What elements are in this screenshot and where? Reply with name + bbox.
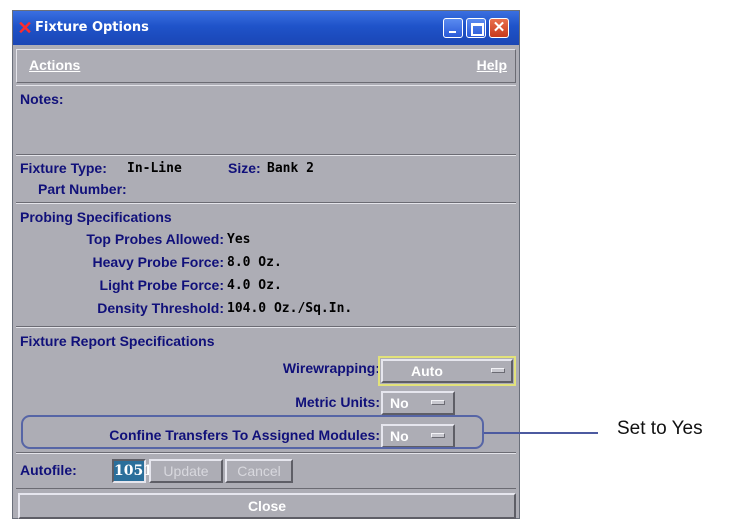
autofile-section: Autofile: 1051 Update Cancel <box>16 453 516 489</box>
fixture-type-value: In-Line <box>127 161 182 176</box>
report-heading: Fixture Report Specifications <box>20 333 215 349</box>
autofile-field[interactable]: 1051 <box>112 459 153 483</box>
notes-label: Notes: <box>20 91 64 107</box>
minimize-icon <box>444 19 462 37</box>
menu-help[interactable]: Help <box>477 57 507 73</box>
part-number-label: Part Number: <box>38 181 127 197</box>
close-icon: ✕ <box>492 19 506 36</box>
close-button[interactable]: Close <box>18 493 516 519</box>
size-label: Size: <box>228 160 261 176</box>
x-app-icon: ✕ <box>17 18 33 38</box>
probing-label: Top Probes Allowed: <box>86 231 224 247</box>
menu-bar: Actions Help <box>16 49 516 83</box>
menu-actions[interactable]: Actions <box>29 57 80 73</box>
probing-heading: Probing Specifications <box>20 209 172 225</box>
probing-label: Heavy Probe Force: <box>92 254 225 270</box>
title-bar[interactable]: ✕ Fixture Options ✕ <box>13 11 519 45</box>
close-window-button[interactable]: ✕ <box>489 18 509 38</box>
maximize-button[interactable] <box>466 18 486 38</box>
callout-outline <box>21 415 484 449</box>
wirewrapping-label: Wirewrapping: <box>282 360 380 376</box>
probing-label: Light Probe Force: <box>99 277 224 293</box>
fixture-type-label: Fixture Type: <box>20 160 107 176</box>
update-button[interactable]: Update <box>149 459 223 483</box>
probing-value: 104.0 Oz./Sq.In. <box>227 301 353 316</box>
probing-value: 8.0 Oz. <box>227 255 282 270</box>
option-menu-indicator-icon <box>431 400 445 405</box>
metric-units-label: Metric Units: <box>295 394 380 410</box>
callout-line <box>484 432 598 434</box>
callout-text: Set to Yes <box>617 418 703 439</box>
wirewrapping-option-menu[interactable]: Auto <box>381 359 513 383</box>
option-menu-indicator-icon <box>491 368 505 373</box>
cancel-button[interactable]: Cancel <box>225 459 293 483</box>
autofile-label: Autofile: <box>20 462 77 478</box>
probing-value: 4.0 Oz. <box>227 278 282 293</box>
maximize-icon <box>467 19 485 37</box>
window-title: Fixture Options <box>35 20 149 35</box>
probing-value: Yes <box>227 232 251 247</box>
metric-units-option-menu[interactable]: No <box>381 391 455 415</box>
fixture-type-section: Fixture Type: In-Line Size: Bank 2 Part … <box>16 155 516 203</box>
wirewrapping-value: Auto <box>411 363 443 379</box>
notes-section: Notes: <box>16 85 516 155</box>
metric-units-value: No <box>390 395 409 411</box>
probing-label: Density Threshold: <box>97 300 224 316</box>
minimize-button[interactable] <box>443 18 463 38</box>
probing-section: Probing Specifications Top Probes Allowe… <box>16 203 516 327</box>
size-value: Bank 2 <box>267 161 314 176</box>
